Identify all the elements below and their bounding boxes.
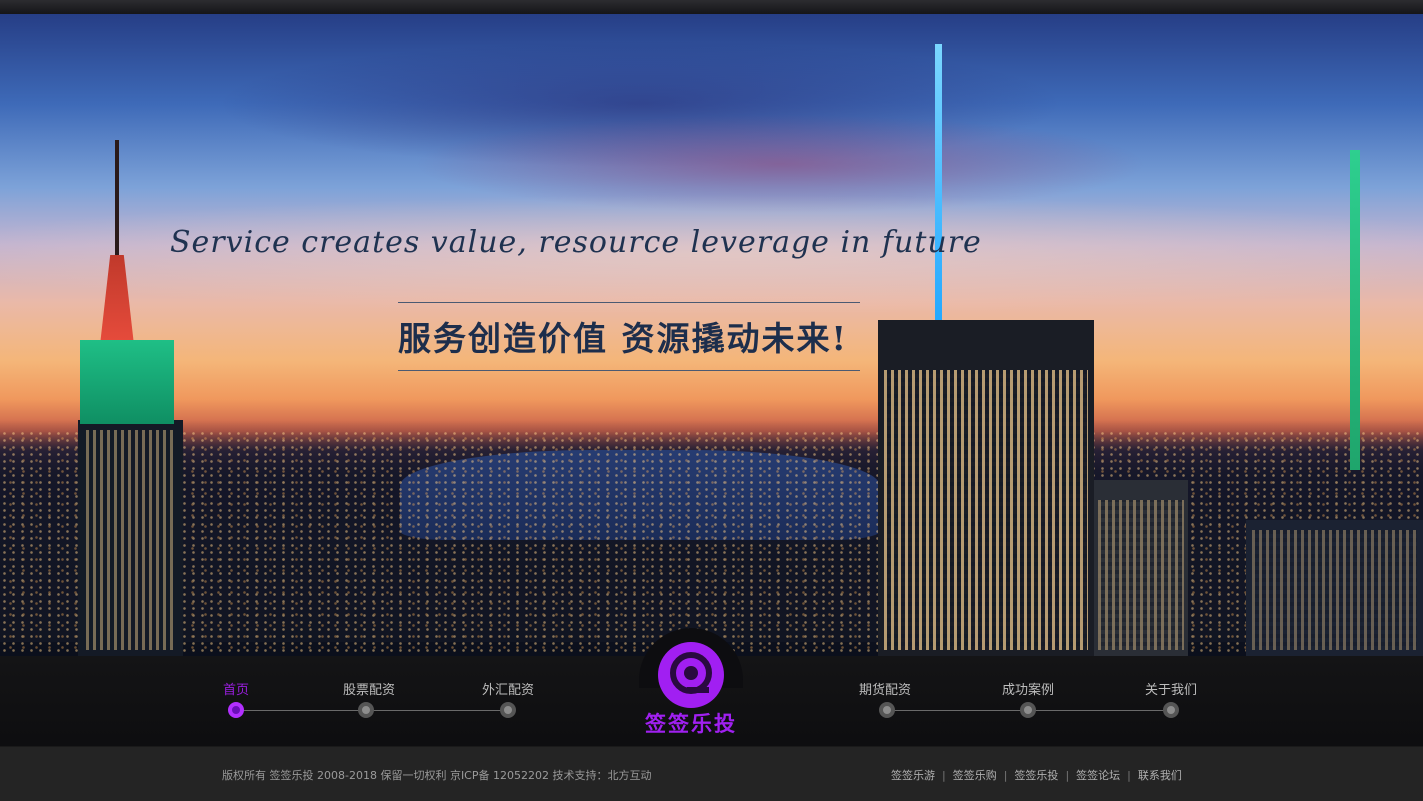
slogan-rule-top <box>398 302 860 303</box>
slogan-chinese: 服务创造价值 资源撬动未来! <box>398 319 848 358</box>
footer-copyright: 版权所有 签签乐投 2008-2018 保留一切权利 京ICP备 1205220… <box>222 769 652 782</box>
nav-dot-forex[interactable] <box>500 702 516 718</box>
tower-center-right-windows <box>1098 500 1184 650</box>
city-lights <box>0 430 1423 656</box>
nav-dot-cases[interactable] <box>1020 702 1036 718</box>
footer-link-shop[interactable]: 签签乐购 <box>953 769 997 782</box>
nav-dot-home[interactable] <box>228 702 244 718</box>
footer-separator: | <box>1003 769 1008 782</box>
logo-icon[interactable] <box>657 641 725 709</box>
tower-left-green <box>80 340 174 424</box>
tower-left-spire <box>115 140 119 270</box>
footer-link-forum[interactable]: 签签论坛 <box>1076 769 1120 782</box>
nav-dot-futures[interactable] <box>879 702 895 718</box>
footer-separator: | <box>1127 769 1131 782</box>
slogan-english: Service creates value, resource leverage… <box>170 225 982 260</box>
nav-item-cases[interactable]: 成功案例 <box>1002 679 1054 698</box>
footer-link-travel[interactable]: 签签乐游 <box>891 769 935 782</box>
top-bar <box>0 0 1423 14</box>
nav-dot-stock[interactable] <box>358 702 374 718</box>
footer <box>0 746 1423 801</box>
nav-item-forex[interactable]: 外汇配资 <box>482 679 534 698</box>
slogan-rule-bottom <box>398 370 860 371</box>
tower-right-spire <box>1350 150 1360 470</box>
footer-separator: | <box>1065 769 1070 782</box>
footer-separator: | <box>942 769 946 782</box>
tower-center-spire <box>935 44 942 354</box>
nav-dot-about[interactable] <box>1163 702 1179 718</box>
nav-item-about[interactable]: 关于我们 <box>1145 679 1197 698</box>
tower-left-windows <box>86 430 176 650</box>
nav-item-stock[interactable]: 股票配资 <box>343 679 395 698</box>
tower-right-windows <box>1252 530 1417 650</box>
footer-links: 签签乐游 | 签签乐购 | 签签乐投 | 签签论坛 | 联系我们 <box>891 767 1182 783</box>
nav-item-home[interactable]: 首页 <box>223 679 249 698</box>
footer-link-invest[interactable]: 签签乐投 <box>1014 769 1058 782</box>
tower-center-windows <box>884 370 1088 650</box>
footer-link-contact[interactable]: 联系我们 <box>1138 769 1182 782</box>
nav-item-futures[interactable]: 期货配资 <box>859 679 911 698</box>
logo-text: 签签乐投 <box>645 712 737 736</box>
